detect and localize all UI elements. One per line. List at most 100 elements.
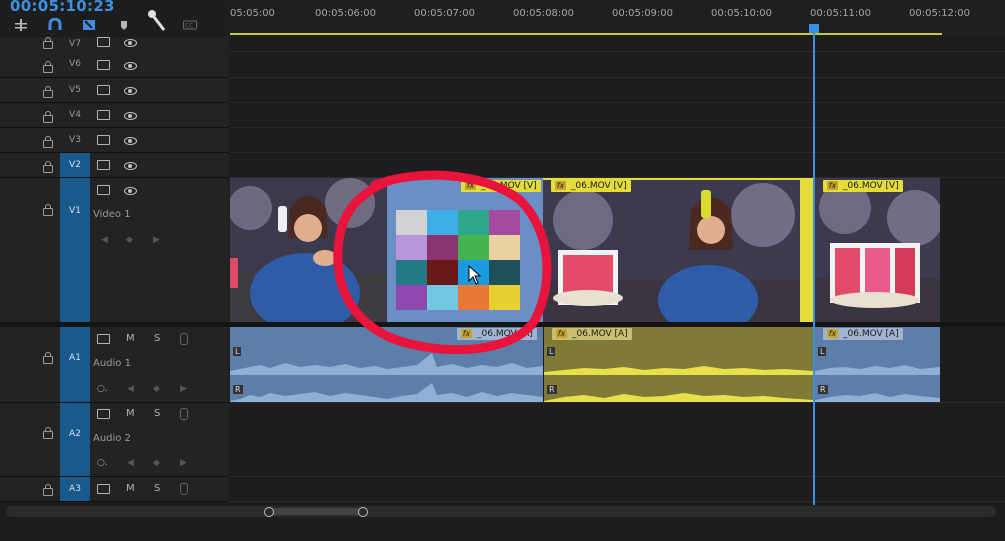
sync-lock-icon[interactable] (97, 37, 110, 47)
sync-lock-icon[interactable] (97, 160, 110, 170)
next-keyframe-icon[interactable]: ▶ (180, 384, 187, 394)
lock-icon[interactable] (43, 86, 53, 98)
microphone-icon[interactable] (180, 483, 188, 495)
mute-button[interactable]: M (126, 408, 135, 419)
track-header-v2: V2 (0, 153, 229, 178)
audio-waveform (815, 365, 940, 375)
playhead-line[interactable] (813, 25, 815, 505)
lock-icon[interactable] (43, 204, 53, 216)
volume-icon[interactable]: ○. (97, 384, 108, 394)
eye-icon[interactable] (124, 87, 137, 95)
eye-icon[interactable] (124, 137, 137, 145)
horizontal-scrollbar[interactable] (6, 506, 996, 517)
eye-icon[interactable] (124, 112, 137, 120)
ripple-edit-icon[interactable] (14, 18, 28, 32)
track-name[interactable]: A3 (60, 477, 90, 501)
microphone-icon[interactable] (180, 333, 188, 345)
clip-label: fx _06.MOV [A] (552, 328, 632, 340)
track-header-a1: A1 M S Audio 1 ○. ◀ ◆ ▶ (0, 327, 229, 403)
track-lane-v6[interactable] (230, 52, 1005, 78)
scrollbar-left-handle[interactable] (264, 507, 274, 517)
prev-keyframe-icon[interactable]: ◀ (101, 235, 108, 245)
video-clip-3[interactable]: fx _06.MOV [V] (543, 178, 814, 322)
lock-icon[interactable] (43, 136, 53, 148)
sync-lock-icon[interactable] (97, 110, 110, 120)
track-lane-v5[interactable] (230, 78, 1005, 103)
clip-label: fx _06.MOV [V] (823, 180, 903, 192)
track-name[interactable]: V5 (60, 78, 90, 102)
ruler-label: 05:05:00 (230, 8, 275, 19)
track-header-v1: V1 Video 1 ◀ ◆ ▶ (0, 178, 229, 323)
sync-lock-icon[interactable] (97, 85, 110, 95)
timecode-display[interactable]: 00:05:10:23 (10, 0, 115, 15)
track-name[interactable]: A1 (60, 327, 90, 402)
lock-icon[interactable] (43, 484, 53, 496)
snap-magnet-icon[interactable] (48, 18, 62, 32)
sync-lock-icon[interactable] (97, 135, 110, 145)
marker-icon[interactable] (117, 18, 131, 32)
sync-lock-icon[interactable] (97, 60, 110, 70)
lock-icon[interactable] (43, 161, 53, 173)
eye-icon[interactable] (124, 187, 137, 195)
eye-icon[interactable] (124, 162, 137, 170)
next-keyframe-icon[interactable]: ▶ (180, 458, 187, 468)
prev-keyframe-icon[interactable]: ◀ (127, 458, 134, 468)
audio-clip-3[interactable]: fx _06.MOV [A] L R (544, 327, 814, 402)
add-keyframe-icon[interactable]: ◆ (153, 384, 160, 394)
lock-icon[interactable] (43, 111, 53, 123)
lock-icon[interactable] (43, 427, 53, 439)
track-name[interactable]: V6 (60, 52, 90, 77)
audio-waveform (230, 392, 387, 402)
ruler-label: 00:05:09:00 (612, 8, 674, 19)
sync-lock-icon[interactable] (97, 484, 110, 494)
add-keyframe-icon[interactable]: ◆ (153, 458, 160, 468)
track-header-v3: V3 (0, 128, 229, 153)
solo-button[interactable]: S (154, 408, 160, 419)
microphone-icon[interactable] (180, 408, 188, 420)
track-name[interactable]: V3 (60, 128, 90, 152)
track-lane-v3[interactable] (230, 128, 1005, 153)
mute-button[interactable]: M (126, 483, 135, 494)
prev-keyframe-icon[interactable]: ◀ (127, 384, 134, 394)
video-thumbnail (543, 180, 814, 322)
track-label: Video 1 (93, 209, 131, 220)
track-name[interactable]: V4 (60, 103, 90, 127)
lock-icon[interactable] (43, 61, 53, 73)
track-lane-v4[interactable] (230, 103, 1005, 128)
lock-icon[interactable] (43, 352, 53, 364)
sync-lock-icon[interactable] (97, 185, 110, 195)
linked-selection-icon[interactable] (82, 18, 96, 32)
fx-badge: fx (827, 329, 838, 338)
wrench-icon[interactable] (146, 8, 166, 34)
volume-icon[interactable]: ○. (97, 458, 108, 468)
track-lane-a3[interactable] (230, 477, 1005, 502)
track-lane-v7[interactable] (230, 37, 1005, 52)
playhead-handle[interactable] (809, 24, 819, 33)
track-name[interactable]: V2 (60, 153, 90, 177)
next-keyframe-icon[interactable]: ▶ (153, 235, 160, 245)
eye-icon[interactable] (124, 62, 137, 70)
work-area-bar[interactable] (230, 33, 942, 35)
eye-icon[interactable] (124, 39, 137, 47)
sync-lock-icon[interactable] (97, 334, 110, 344)
track-name[interactable]: V1 (60, 178, 90, 322)
time-ruler[interactable]: 05:05:00 00:05:06:00 00:05:07:00 00:05:0… (230, 0, 1005, 37)
captions-icon[interactable]: CC (183, 18, 197, 32)
ruler-label: 00:05:06:00 (315, 8, 377, 19)
ruler-label: 00:05:08:00 (513, 8, 575, 19)
audio-waveform (815, 393, 940, 402)
solo-button[interactable]: S (154, 483, 160, 494)
scrollbar-thumb[interactable] (269, 508, 363, 515)
sync-lock-icon[interactable] (97, 409, 110, 419)
lock-icon[interactable] (43, 37, 53, 49)
solo-button[interactable]: S (154, 333, 160, 344)
track-name[interactable]: A2 (60, 403, 90, 476)
audio-clip-4[interactable]: fx _06.MOV [A] L R (815, 327, 940, 402)
scrollbar-right-handle[interactable] (358, 507, 368, 517)
video-clip-4[interactable]: fx _06.MOV [V] (815, 178, 940, 322)
clip-label: fx _06.MOV [A] (823, 328, 903, 340)
track-lane-a2[interactable] (230, 403, 1005, 477)
add-keyframe-icon[interactable]: ◆ (126, 235, 133, 245)
annotation-circle (333, 170, 552, 355)
mute-button[interactable]: M (126, 333, 135, 344)
